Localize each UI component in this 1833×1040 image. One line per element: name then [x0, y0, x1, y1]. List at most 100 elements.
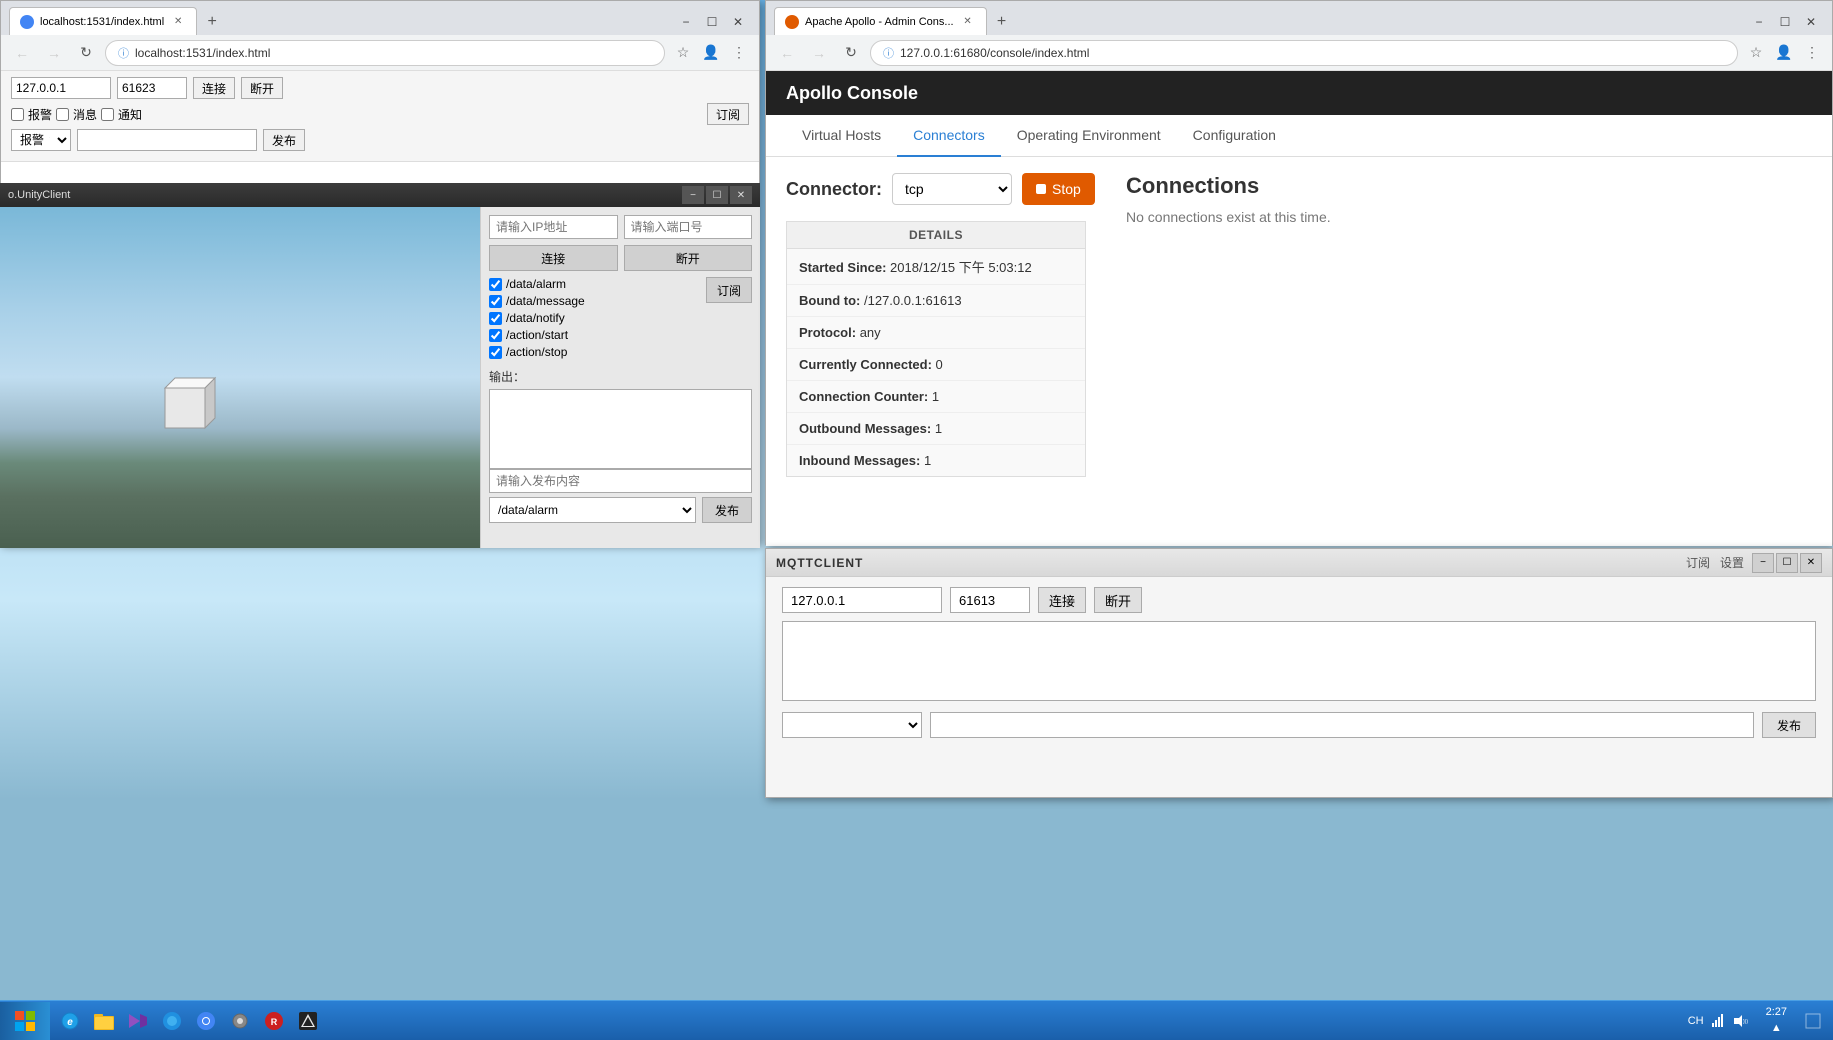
mqtt-disconnect-btn[interactable]: 断开 [1094, 587, 1142, 613]
mqtt-maximize-btn[interactable]: ☐ [1776, 553, 1798, 573]
unity-cb-start[interactable] [489, 329, 502, 342]
b1-publish-btn[interactable]: 发布 [263, 129, 305, 151]
unity-cb-message[interactable] [489, 295, 502, 308]
bookmark-btn-2[interactable]: ☆ [1744, 41, 1768, 65]
unity-connect-btn[interactable]: 连接 [489, 245, 618, 271]
mqtt-topic-select[interactable] [782, 712, 922, 738]
unity-subscribe-btn[interactable]: 订阅 [706, 277, 752, 303]
unity-window: o.UnityClient − ☐ ✕ [0, 183, 760, 548]
profile-btn-2[interactable]: 👤 [1772, 41, 1796, 65]
taskbar-tray: CH )))) 2:27 ▲ [1676, 1005, 1833, 1036]
close-btn-2[interactable]: ✕ [1798, 9, 1824, 35]
tab-localhost[interactable]: localhost:1531/index.html ✕ [9, 7, 197, 35]
stop-btn[interactable]: Stop [1022, 173, 1095, 205]
mqtt-port-input[interactable] [950, 587, 1030, 613]
mqtt-connect-btn[interactable]: 连接 [1038, 587, 1086, 613]
taskbar-start-btn[interactable] [0, 1002, 50, 1040]
b1-cb-alarm[interactable] [11, 108, 24, 121]
taskbar-icon-unity[interactable] [292, 1005, 324, 1037]
connector-select[interactable]: tcp [892, 173, 1012, 205]
mqtt-ip-input[interactable] [782, 587, 942, 613]
details-row-6: Inbound Messages: 1 [787, 445, 1085, 476]
forward-btn-1[interactable]: → [41, 40, 67, 66]
b1-ip-input[interactable] [11, 77, 111, 99]
taskbar-icon-gear[interactable] [224, 1005, 256, 1037]
nav-configuration[interactable]: Configuration [1177, 115, 1292, 157]
unity-close-btn[interactable]: ✕ [730, 186, 752, 204]
unity-minimize-btn[interactable]: − [682, 186, 704, 204]
address-text-1: localhost:1531/index.html [135, 46, 270, 60]
b1-port-input[interactable] [117, 77, 187, 99]
taskbar-icon-ie[interactable]: e [54, 1005, 86, 1037]
unity-cb-alarm[interactable] [489, 278, 502, 291]
unity-publish-btn[interactable]: 发布 [702, 497, 752, 523]
taskbar-icon-vs[interactable] [122, 1005, 154, 1037]
show-desktop-icon[interactable] [1805, 1013, 1821, 1029]
b1-topic-dropdown[interactable]: 报警 ▼ [11, 129, 71, 151]
menu-btn-2[interactable]: ⋮ [1800, 41, 1824, 65]
taskbar-icon-folder[interactable] [88, 1005, 120, 1037]
mqtt-close-btn[interactable]: ✕ [1800, 553, 1822, 573]
new-tab-btn-2[interactable]: + [989, 9, 1015, 35]
details-row-1: Bound to: /127.0.0.1:61613 [787, 285, 1085, 317]
new-tab-btn-1[interactable]: + [199, 9, 225, 35]
details-value-6: 1 [924, 453, 931, 468]
unity-disconnect-btn[interactable]: 断开 [624, 245, 753, 271]
b1-publish-input[interactable] [77, 129, 257, 151]
menu-btn-1[interactable]: ⋮ [727, 41, 751, 65]
unity-port-input[interactable] [624, 215, 753, 239]
maximize-btn-1[interactable]: ☐ [699, 9, 725, 35]
b1-subscribe-btn[interactable]: 订阅 [707, 103, 749, 125]
taskbar-items: e [50, 1005, 1676, 1037]
taskbar-icon-chrome[interactable] [190, 1005, 222, 1037]
connections-title: Connections [1126, 173, 1812, 199]
details-value-2: any [860, 325, 881, 340]
unity-publish-input[interactable] [489, 469, 752, 493]
b1-cb-notify[interactable] [101, 108, 114, 121]
system-clock: 2:27 ▲ [1756, 1005, 1797, 1036]
tab-close-2[interactable]: ✕ [960, 14, 976, 30]
unity-cb-notify[interactable] [489, 312, 502, 325]
address-bar-2[interactable]: ⓘ 127.0.0.1:61680/console/index.html [870, 40, 1738, 66]
forward-btn-2[interactable]: → [806, 40, 832, 66]
b1-subscribe-row: 报警 消息 通知 订阅 [11, 103, 749, 125]
unity-ip-input[interactable] [489, 215, 618, 239]
details-label-4: Connection Counter: [799, 389, 928, 404]
svg-text:R: R [271, 1017, 278, 1027]
reload-btn-2[interactable]: ↻ [838, 40, 864, 66]
tab-apollo[interactable]: Apache Apollo - Admin Cons... ✕ [774, 7, 987, 35]
mqtt-settings-action[interactable]: 设置 [1720, 554, 1744, 571]
nav-virtual-hosts[interactable]: Virtual Hosts [786, 115, 897, 157]
unity-subscriptions: /data/alarm /data/message /data/notify [489, 277, 752, 362]
tab-close-1[interactable]: ✕ [170, 14, 186, 30]
unity-topic-select[interactable]: /data/alarm [489, 497, 696, 523]
mqtt-minimize-btn[interactable]: − [1752, 553, 1774, 573]
back-btn-1[interactable]: ← [9, 40, 35, 66]
address-bar-1[interactable]: ⓘ localhost:1531/index.html [105, 40, 665, 66]
unity-icon [297, 1010, 319, 1032]
back-btn-2[interactable]: ← [774, 40, 800, 66]
reload-btn-1[interactable]: ↻ [73, 40, 99, 66]
connections-empty: No connections exist at this time. [1126, 209, 1812, 225]
b1-cb-message[interactable] [56, 108, 69, 121]
close-btn-1[interactable]: ✕ [725, 9, 751, 35]
taskbar-icon-red[interactable]: R [258, 1005, 290, 1037]
maximize-btn-2[interactable]: ☐ [1772, 9, 1798, 35]
b1-connect-btn[interactable]: 连接 [193, 77, 235, 99]
minimize-btn-1[interactable]: − [673, 9, 699, 35]
unity-maximize-btn[interactable]: ☐ [706, 186, 728, 204]
b1-disconnect-btn[interactable]: 断开 [241, 77, 283, 99]
nav-operating-environment[interactable]: Operating Environment [1001, 115, 1177, 157]
svg-text:)))): )))) [1743, 1019, 1748, 1025]
mqtt-pub-input[interactable] [930, 712, 1754, 738]
nav-connectors[interactable]: Connectors [897, 115, 1001, 157]
mqtt-pub-btn[interactable]: 发布 [1762, 712, 1816, 738]
unity-titlebar: o.UnityClient − ☐ ✕ [0, 183, 760, 207]
unity-cb-stop[interactable] [489, 346, 502, 359]
bookmark-btn-1[interactable]: ☆ [671, 41, 695, 65]
taskbar-icon-ball[interactable] [156, 1005, 188, 1037]
mqtt-subscribe-action[interactable]: 订阅 [1686, 554, 1710, 571]
unity-publish-row: /data/alarm 发布 [489, 497, 752, 523]
profile-btn-1[interactable]: 👤 [699, 41, 723, 65]
minimize-btn-2[interactable]: − [1746, 9, 1772, 35]
